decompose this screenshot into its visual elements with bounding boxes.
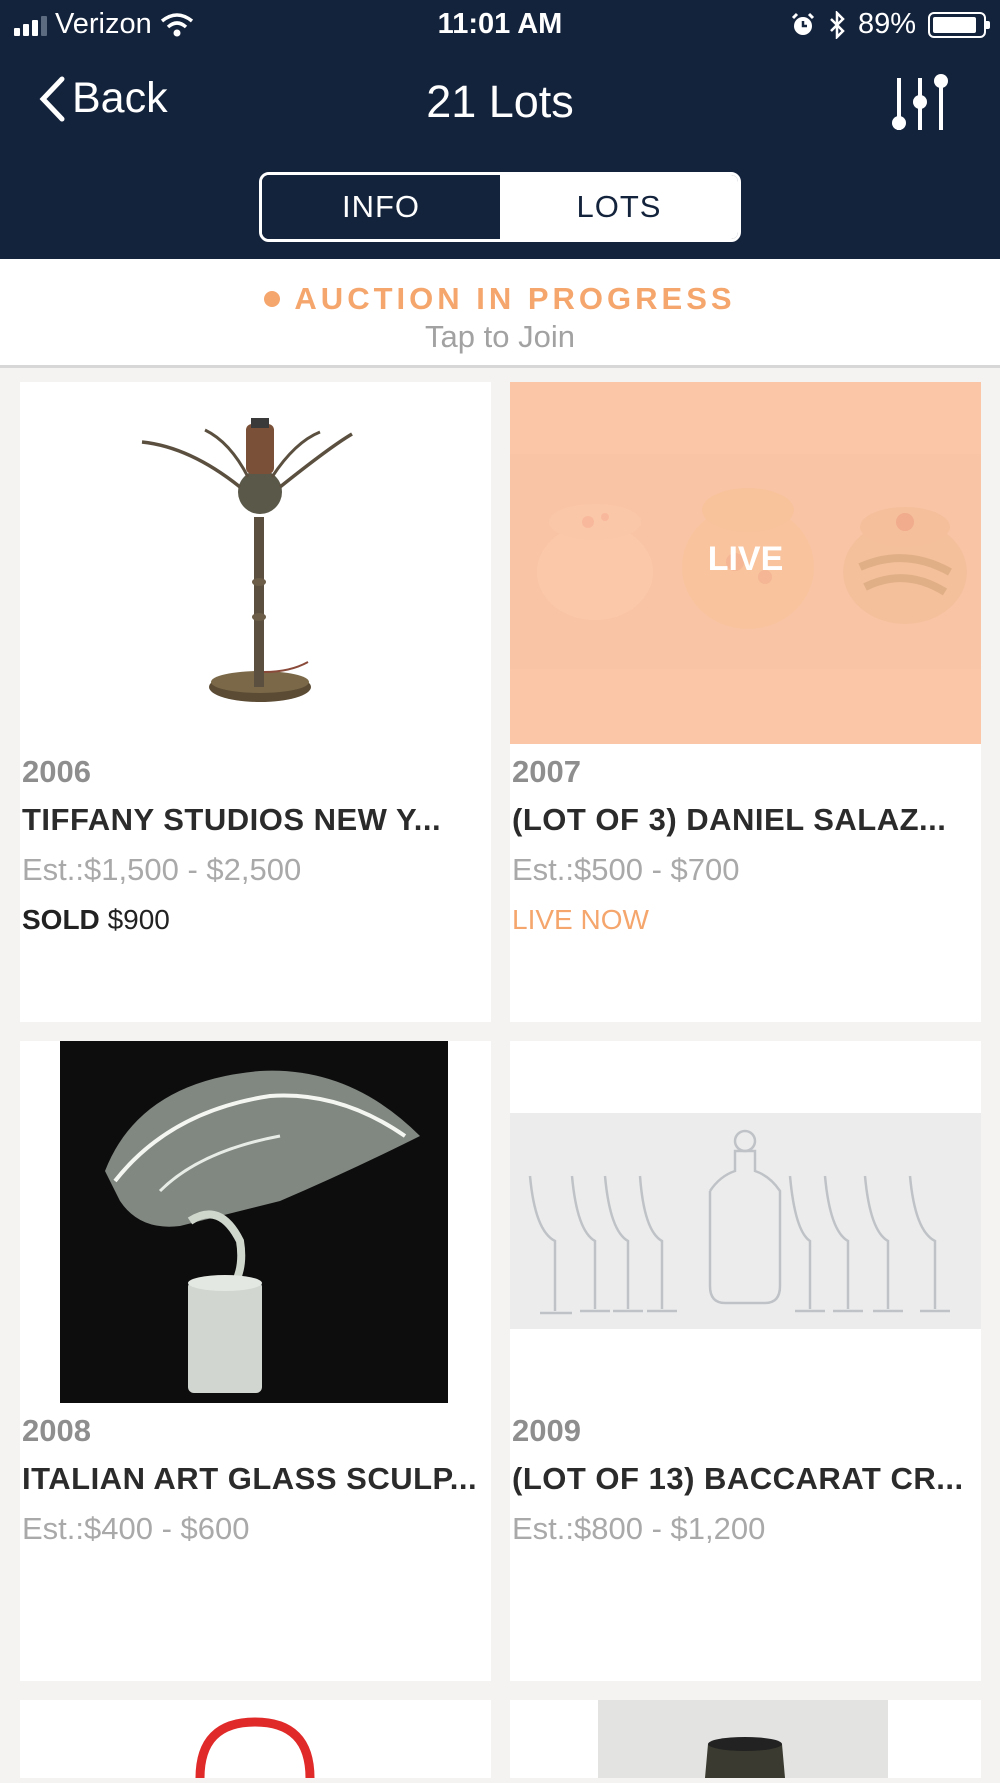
lot-card[interactable]: 2006 TIFFANY STUDIOS NEW Y... Est.:$1,50… [20,382,491,1022]
status-right: 89% [790,8,990,41]
join-label: Tap to Join [425,319,575,354]
lot-card[interactable] [20,1700,491,1779]
auction-status-label: AUCTION IN PROGRESS [294,281,736,316]
sold-label: SOLD [22,904,100,935]
lot-estimate: Est.:$400 - $600 [22,1511,250,1546]
status-bar: Verizon 11:01 AM 89% [0,0,1000,50]
lot-image [20,382,491,744]
lot-image [20,1041,491,1403]
lot-card[interactable]: LIVE 2007 (LOT OF 3) DANIEL SALAZ... Est… [510,382,981,1022]
header: Verizon 11:01 AM 89% Back 21 Lots INFO L… [0,0,1000,259]
battery-percent: 89% [857,8,916,40]
alarm-icon [791,12,815,35]
auction-banner[interactable]: AUCTION IN PROGRESS Tap to Join [0,259,1000,368]
lot-image [510,1700,981,1778]
lot-card[interactable]: 2009 (LOT OF 13) BACCARAT CR... Est.:$80… [510,1041,981,1681]
lot-card[interactable]: 2008 ITALIAN ART GLASS SCULP... Est.:$40… [20,1041,491,1681]
lot-estimate: Est.:$800 - $1,200 [512,1511,766,1546]
lot-number: 2009 [512,1413,581,1448]
tab-info[interactable]: INFO [262,175,500,239]
live-badge: LIVE [707,540,784,578]
tab-lots[interactable]: LOTS [500,175,738,239]
lot-number: 2007 [512,754,581,789]
lot-estimate: Est.:$1,500 - $2,500 [22,852,302,887]
segmented-control: INFO LOTS [259,172,741,242]
bluetooth-icon [830,10,845,39]
lot-result: SOLD $900 [22,904,170,936]
lot-card[interactable] [510,1700,981,1778]
live-dot-icon [264,291,281,307]
lot-title: TIFFANY STUDIOS NEW Y... [22,802,442,837]
lot-number: 2006 [22,754,91,789]
auction-status: AUCTION IN PROGRESS [0,281,1000,317]
live-now-label: LIVE NOW [512,904,649,935]
lot-title: (LOT OF 3) DANIEL SALAZ... [512,802,947,837]
battery-icon [928,11,990,38]
lot-estimate: Est.:$500 - $700 [512,852,740,887]
filter-button[interactable] [890,70,950,139]
sliders-icon [892,74,948,130]
lot-title: (LOT OF 13) BACCARAT CR... [512,1461,964,1496]
lot-number: 2008 [22,1413,91,1448]
lot-title: ITALIAN ART GLASS SCULP... [22,1461,478,1496]
page-title: 21 Lots [426,76,574,127]
lot-image: LIVE [510,382,981,744]
lot-image [20,1700,491,1779]
sold-price: $900 [107,904,170,935]
lot-image [510,1041,981,1403]
